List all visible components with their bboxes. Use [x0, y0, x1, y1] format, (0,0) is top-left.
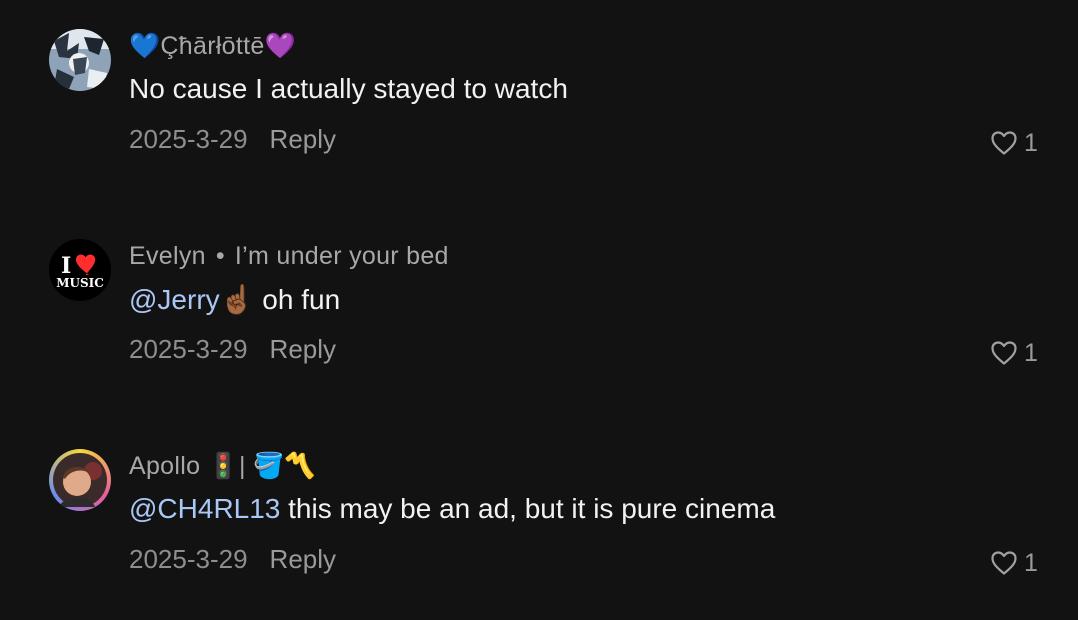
comment-username[interactable]: Apollo 🚦| 🪣〽️: [129, 452, 316, 481]
comment-text: No cause I actually stayed to watch: [129, 73, 568, 104]
avatar[interactable]: [49, 29, 111, 91]
comment-date: 2025-3-29: [129, 124, 248, 154]
avatar[interactable]: [49, 449, 111, 511]
like-button[interactable]: 1: [990, 128, 1038, 158]
comment-item: 💙Çħārłōttē💜 No cause I actually stayed t…: [0, 0, 1078, 180]
comment-date: 2025-3-29: [129, 334, 248, 364]
mention-link[interactable]: @CH4RL13: [129, 493, 280, 524]
comment-meta: 2025-3-29 Reply: [129, 334, 336, 365]
heart-icon: [991, 341, 1017, 365]
comment-text: @Jerry☝🏾 oh fun: [129, 283, 340, 316]
heart-icon: [991, 131, 1017, 155]
mention-link[interactable]: @Jerry☝🏾: [129, 284, 255, 315]
like-count: 1: [1024, 548, 1038, 577]
like-count: 1: [1024, 338, 1038, 367]
reply-button[interactable]: Reply: [270, 334, 336, 364]
comment-body: oh fun: [254, 284, 341, 315]
like-count: 1: [1024, 128, 1038, 157]
user-subtitle: I’m under your bed: [234, 242, 449, 270]
comment-date: 2025-3-29: [129, 544, 248, 574]
separator-dot: •: [215, 242, 225, 270]
heart-icon: [991, 551, 1017, 575]
comment-username[interactable]: 💙Çħārłōttē💜: [129, 32, 296, 61]
comment-item: I MUSIC Evelyn • I’m under your bed @Jerry…: [0, 210, 1078, 390]
comment-body: this may be an ad, but it is pure cinema: [280, 493, 776, 524]
avatar[interactable]: I MUSIC: [49, 239, 111, 301]
like-button[interactable]: 1: [990, 548, 1038, 578]
avatar-music-text: MUSIC: [56, 276, 104, 290]
comment-item: Apollo 🚦| 🪣〽️ @CH4RL13 this may be an ad…: [0, 420, 1078, 600]
comment-meta: 2025-3-29 Reply: [129, 544, 336, 575]
comment-username[interactable]: Evelyn • I’m under your bed: [129, 242, 449, 271]
comment-text: @CH4RL13 this may be an ad, but it is pu…: [129, 493, 775, 525]
reply-button[interactable]: Reply: [270, 544, 336, 574]
reply-button[interactable]: Reply: [270, 124, 336, 154]
like-button[interactable]: 1: [990, 338, 1038, 368]
username-text[interactable]: Evelyn: [129, 242, 206, 270]
comment-meta: 2025-3-29 Reply: [129, 124, 336, 155]
